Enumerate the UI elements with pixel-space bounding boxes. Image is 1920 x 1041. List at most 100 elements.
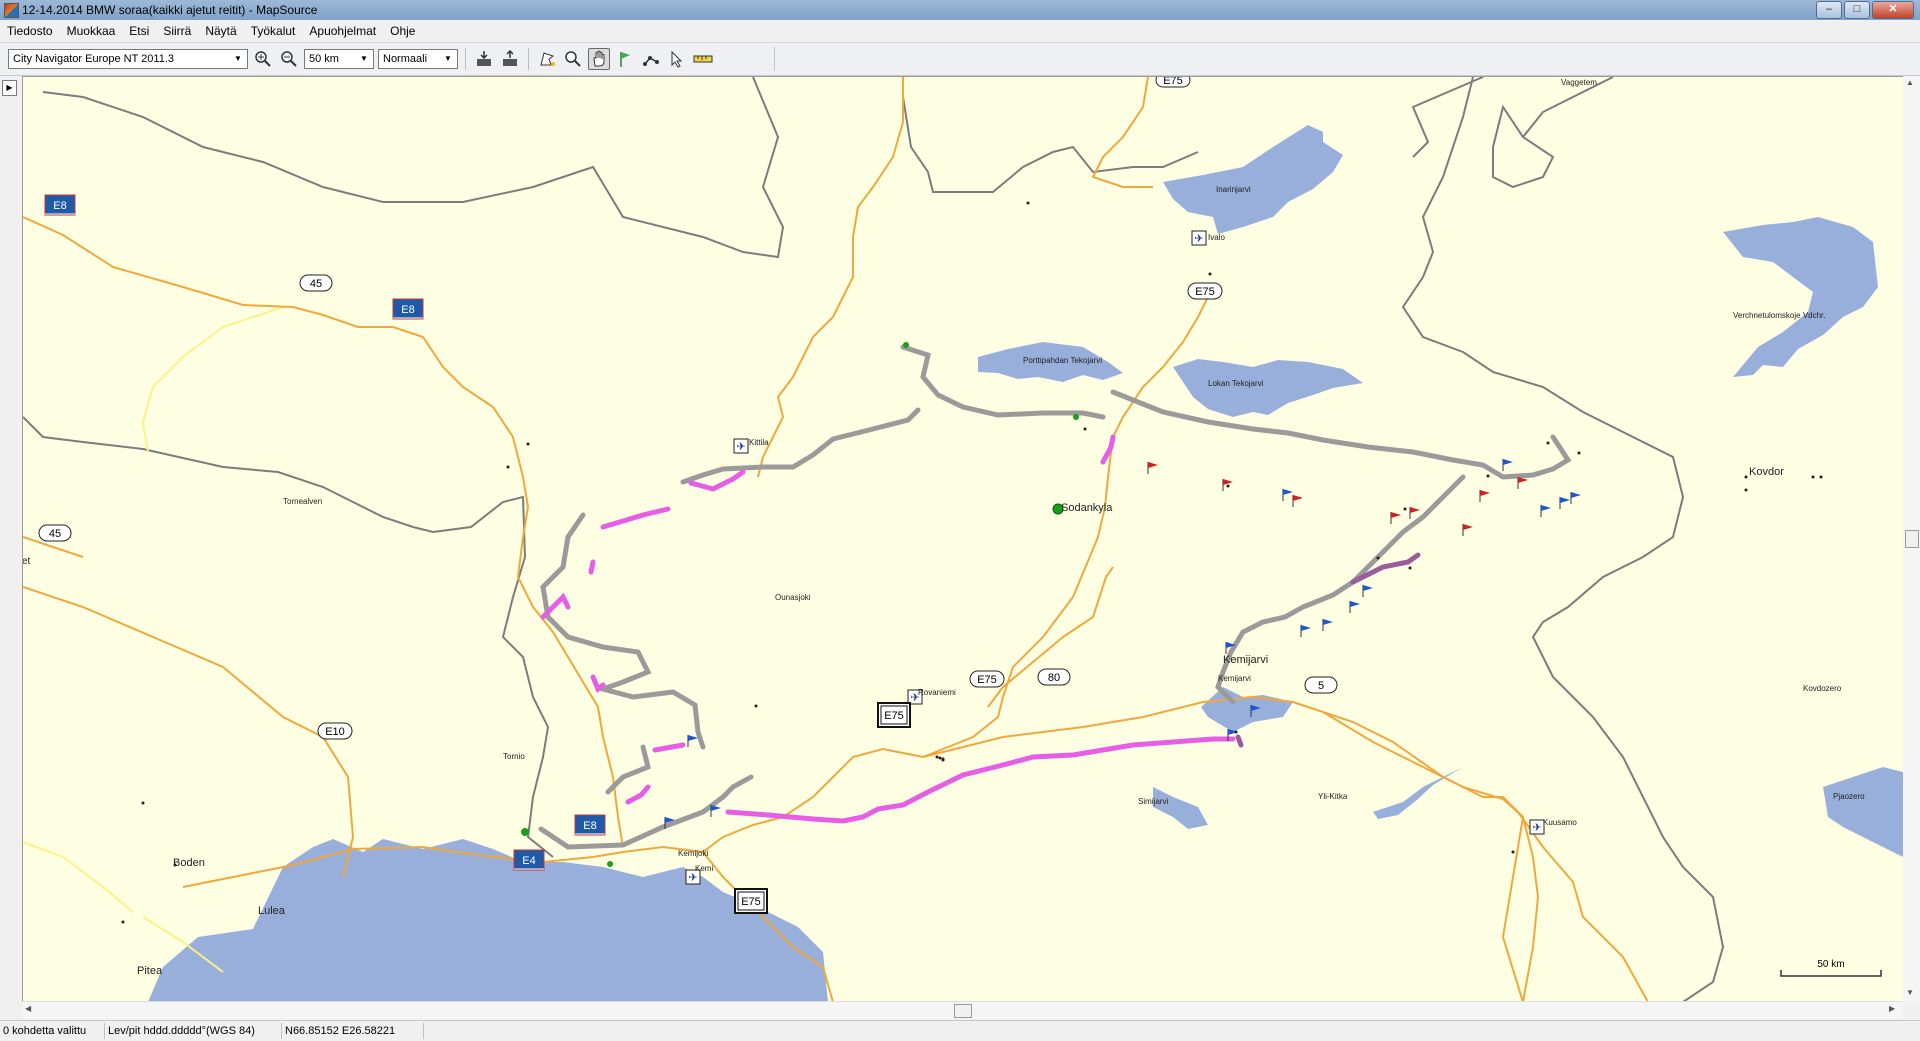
pointer-tool-button[interactable] (666, 48, 688, 70)
menu-find[interactable]: Etsi (122, 24, 156, 38)
town-dot (1403, 507, 1407, 511)
shield-e4: E4 (513, 849, 545, 871)
menu-bar: Tiedosto Muokkaa Etsi Siirrä Näytä Työka… (0, 20, 1920, 43)
green-point (1073, 414, 1079, 420)
status-coordinates: N66.85152 E26.58221 (282, 1023, 424, 1039)
menu-transfer[interactable]: Siirrä (156, 24, 198, 38)
shield-e75-c-label: E75 (977, 674, 997, 686)
receive-from-device-button[interactable] (473, 48, 495, 70)
label-lokan: Lokan Tekojarvi (1208, 379, 1264, 388)
scroll-down-icon[interactable]: ▼ (1906, 988, 1914, 997)
blue-flag-icon (1349, 601, 1360, 613)
town-dot (121, 920, 125, 924)
town-dot (1486, 474, 1490, 478)
zoom-tool-icon (565, 51, 581, 67)
label-tornio: Tornio (503, 752, 525, 761)
menu-file[interactable]: Tiedosto (0, 24, 60, 38)
place-labels: Vaggetem Inarinjarvi Ivalo Verchnetuloms… (23, 78, 1865, 977)
shield-5: 5 (1304, 676, 1338, 694)
minimize-button[interactable]: – (1816, 1, 1842, 19)
zoom-in-button[interactable] (252, 48, 274, 70)
expand-panel-button[interactable]: ▶ (2, 80, 17, 96)
road-e10 (23, 586, 355, 878)
zoom-out-icon (281, 51, 297, 67)
map-view[interactable]: ✈ ✈ ✈ ✈ ✈ E8 E8 E8 E4 45 45 E10 E75 E75 … (22, 76, 1904, 1003)
blue-flag-icon (1540, 505, 1551, 517)
menu-edit[interactable]: Muokkaa (60, 24, 123, 38)
scale-bar: 50 km (1780, 959, 1882, 977)
label-kittila: Kittila (749, 438, 769, 447)
selection-tool-button[interactable] (536, 48, 558, 70)
route-icon (643, 56, 659, 66)
chevron-down-icon: ▼ (444, 54, 452, 63)
border-finland-norway-north (902, 77, 1199, 193)
menu-help[interactable]: Ohje (383, 24, 422, 38)
shield-e8-b: E8 (392, 298, 424, 320)
town-dot (1511, 850, 1515, 854)
lake-inarijarvi (1163, 125, 1343, 234)
horizontal-scrollbar[interactable]: ◀ ▶ (22, 1001, 1903, 1019)
lake-lokka (1173, 359, 1363, 417)
scroll-right-icon[interactable]: ▶ (1889, 1004, 1895, 1013)
zoom-tool-button[interactable] (562, 48, 584, 70)
road-rovaniemi-kuusamo (1322, 711, 1524, 818)
map-canvas[interactable]: ✈ ✈ ✈ ✈ ✈ E8 E8 E8 E4 45 45 E10 E75 E75 … (23, 77, 1903, 1002)
title-bar: 12-14.2014 BMW soraa(kaikki ajetut reiti… (0, 0, 1920, 20)
minor-road-sweden (23, 306, 284, 973)
label-verchnetulomskoje: Verchnetulomskoje Vdchr. (1733, 311, 1826, 320)
hand-icon (593, 50, 605, 67)
menu-utilities[interactable]: Apuohjelmat (302, 24, 383, 38)
border-norway-sweden-finland (42, 77, 785, 259)
shield-45-a: 45 (299, 274, 333, 292)
town-dot (1026, 201, 1030, 205)
town-dot (526, 442, 530, 446)
detail-level-select[interactable]: Normaali ▼ (378, 49, 458, 69)
town-dot (1234, 730, 1238, 734)
app-icon (4, 3, 19, 18)
receive-from-device-icon (477, 51, 491, 66)
menu-tools[interactable]: Työkalut (244, 24, 303, 38)
send-to-device-button[interactable] (499, 48, 521, 70)
horizontal-scroll-thumb[interactable] (954, 1004, 972, 1018)
route-tool-button[interactable] (640, 48, 662, 70)
scale-bar-label: 50 km (1817, 959, 1844, 970)
select-tool-icon (540, 52, 555, 66)
label-kovdozero: Kovdozero (1803, 684, 1842, 693)
shield-e75-c: E75 (969, 670, 1005, 688)
hand-tool-button[interactable] (588, 48, 610, 70)
zoom-out-button[interactable] (278, 48, 300, 70)
label-ivalo: Ivalo (1208, 233, 1225, 242)
map-product-select[interactable]: City Navigator Europe NT 2011.3 ▼ (8, 49, 248, 69)
label-kemi: Kemi (695, 864, 713, 873)
vertical-scrollbar[interactable]: ▲ ▼ (1903, 76, 1920, 1003)
scroll-left-icon[interactable]: ◀ (25, 1004, 31, 1013)
airport-icon: ✈ (1529, 819, 1545, 835)
town-dot (1744, 488, 1748, 492)
shield-e75-box1: E75 (877, 702, 911, 728)
cursor-icon (671, 50, 683, 68)
vertical-scroll-thumb[interactable] (1905, 530, 1919, 548)
blue-flag-icon (1362, 585, 1373, 597)
close-button[interactable]: ✕ (1872, 1, 1914, 19)
shield-80-label: 80 (1048, 672, 1060, 684)
zoom-scale-select[interactable]: 50 km ▼ (304, 49, 374, 69)
waypoint-tool-button[interactable] (614, 48, 636, 70)
red-flags (1147, 462, 1528, 536)
red-flag-icon (1409, 507, 1420, 519)
status-coord-format: Lev/pit hddd.ddddd°(WGS 84) (105, 1023, 282, 1039)
shield-e75-b: E75 (1187, 282, 1223, 300)
label-porttipahdan: Porttipahdan Tekojarvi (1023, 356, 1102, 365)
maximize-button[interactable]: □ (1844, 1, 1870, 19)
shield-e8-a: E8 (44, 194, 76, 216)
measure-tool-button[interactable] (692, 48, 714, 70)
shield-e75-box2-label: E75 (741, 896, 761, 908)
menu-view[interactable]: Näytä (198, 24, 243, 38)
road-80-and-5 (922, 695, 1540, 1002)
lake-pjaozero (1823, 767, 1903, 857)
status-selection: 0 kohdetta valittu (0, 1023, 105, 1039)
shield-e75-box2: E75 (734, 888, 768, 914)
window-controls: – □ ✕ (1816, 1, 1914, 19)
lake-verchnetulomskoje (1723, 217, 1878, 377)
scroll-up-icon[interactable]: ▲ (1906, 78, 1914, 87)
shield-e8-c: E8 (574, 814, 606, 836)
